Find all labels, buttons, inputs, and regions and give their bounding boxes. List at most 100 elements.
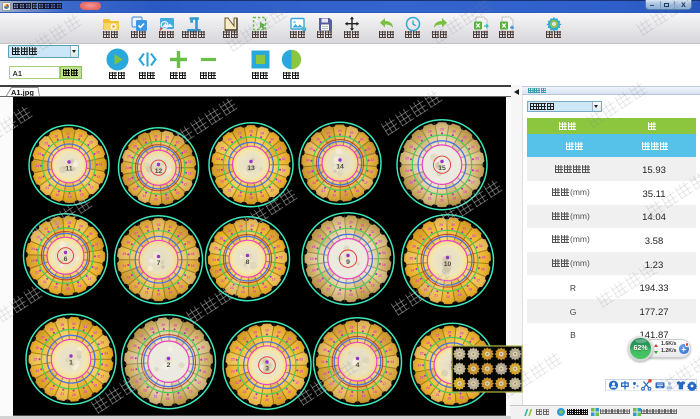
svg-text:30: 30 [270,138,274,142]
svg-text:32: 32 [295,346,299,350]
svg-text:18: 18 [176,191,180,195]
svg-text:21: 21 [45,186,49,190]
svg-text:28: 28 [249,130,253,134]
svg-text:14: 14 [336,164,344,171]
svg-text:22: 22 [426,386,430,390]
svg-text:27: 27 [436,334,440,338]
svg-text:24: 24 [216,157,220,161]
svg-text:20: 20 [56,193,60,197]
svg-text:31: 31 [184,150,188,154]
svg-text:24: 24 [212,258,216,262]
svg-text:29: 29 [440,128,444,132]
svg-text:27: 27 [228,229,232,233]
svg-text:29: 29 [260,132,264,136]
svg-text:25: 25 [214,247,218,251]
svg-text:20: 20 [72,393,76,397]
svg-text:29: 29 [460,332,464,336]
svg-text:20: 20 [154,198,158,202]
svg-text:26: 26 [312,245,316,249]
svg-text:25: 25 [127,155,131,159]
svg-text:21: 21 [145,291,149,295]
svg-text:25: 25 [309,147,313,151]
svg-text:27: 27 [55,222,59,226]
svg-text:27: 27 [238,132,242,136]
svg-text:26: 26 [316,138,320,142]
svg-text:18: 18 [93,384,97,388]
svg-text:2: 2 [167,362,171,369]
svg-text:19: 19 [249,196,253,200]
svg-text:30: 30 [96,151,100,155]
svg-text:32: 32 [97,255,101,259]
svg-text:18: 18 [468,288,472,292]
svg-text:28: 28 [145,225,149,229]
svg-text:22: 22 [133,187,137,191]
svg-text:25: 25 [220,147,224,151]
svg-text:22: 22 [143,389,147,393]
svg-text:32: 32 [276,245,280,249]
svg-text:18: 18 [463,190,467,194]
svg-text:29: 29 [337,222,341,226]
svg-text:17: 17 [100,375,104,379]
svg-text:30: 30 [349,221,353,225]
svg-text:32: 32 [471,145,475,149]
svg-text:23: 23 [420,376,424,380]
svg-text:28: 28 [150,327,154,331]
svg-text:23: 23 [235,381,239,385]
svg-text:18: 18 [373,390,377,394]
svg-text:28: 28 [350,326,354,330]
svg-text:16: 16 [202,370,206,374]
svg-text:23: 23 [216,169,220,173]
svg-text:19: 19 [452,197,456,201]
svg-text:23: 23 [41,379,45,383]
svg-text:17: 17 [382,382,386,386]
svg-text:25: 25 [405,157,409,161]
svg-text:23: 23 [307,171,311,175]
svg-text:29: 29 [439,223,443,227]
svg-text:18: 18 [263,285,267,289]
svg-text:24: 24 [36,369,40,373]
svg-text:32: 32 [472,234,476,238]
svg-text:28: 28 [428,227,432,231]
svg-text:20: 20 [238,194,242,198]
svg-text:27: 27 [338,330,342,334]
svg-text:32: 32 [188,160,192,164]
svg-text:22: 22 [243,390,247,394]
svg-text:30: 30 [176,141,180,145]
svg-text:25: 25 [36,236,40,240]
svg-text:18: 18 [80,193,84,197]
svg-text:18: 18 [260,194,264,198]
svg-text:26: 26 [412,245,416,249]
svg-text:32: 32 [93,331,97,335]
svg-text:30: 30 [169,225,173,229]
svg-text:31: 31 [463,227,467,231]
svg-text:16: 16 [299,370,303,374]
svg-text:21: 21 [230,286,234,290]
svg-text:26: 26 [329,338,333,342]
svg-text:29: 29 [350,131,354,135]
svg-text:33: 33 [378,240,382,244]
svg-text:16: 16 [475,169,479,173]
svg-text:23: 23 [317,279,321,283]
svg-text:17: 17 [364,181,368,185]
svg-text:16: 16 [278,180,282,184]
svg-text:22: 22 [326,288,330,292]
svg-text:31: 31 [185,328,189,332]
svg-text:23: 23 [127,276,131,280]
svg-text:28: 28 [253,331,257,335]
svg-text:7: 7 [157,260,161,267]
svg-text:26: 26 [235,346,239,350]
svg-text:21: 21 [434,294,438,298]
svg-text:31: 31 [83,325,87,329]
svg-text:32: 32 [388,348,392,352]
svg-text:24: 24 [321,360,325,364]
svg-text:23: 23 [409,181,413,185]
svg-text:19: 19 [460,396,464,400]
svg-text:27: 27 [326,132,330,136]
svg-text:17: 17 [197,381,201,385]
svg-text:15: 15 [438,165,446,172]
svg-text:27: 27 [317,235,321,239]
svg-text:28: 28 [338,129,342,133]
svg-text:25: 25 [34,358,38,362]
svg-text:16: 16 [104,364,108,368]
svg-text:25: 25 [323,348,327,352]
